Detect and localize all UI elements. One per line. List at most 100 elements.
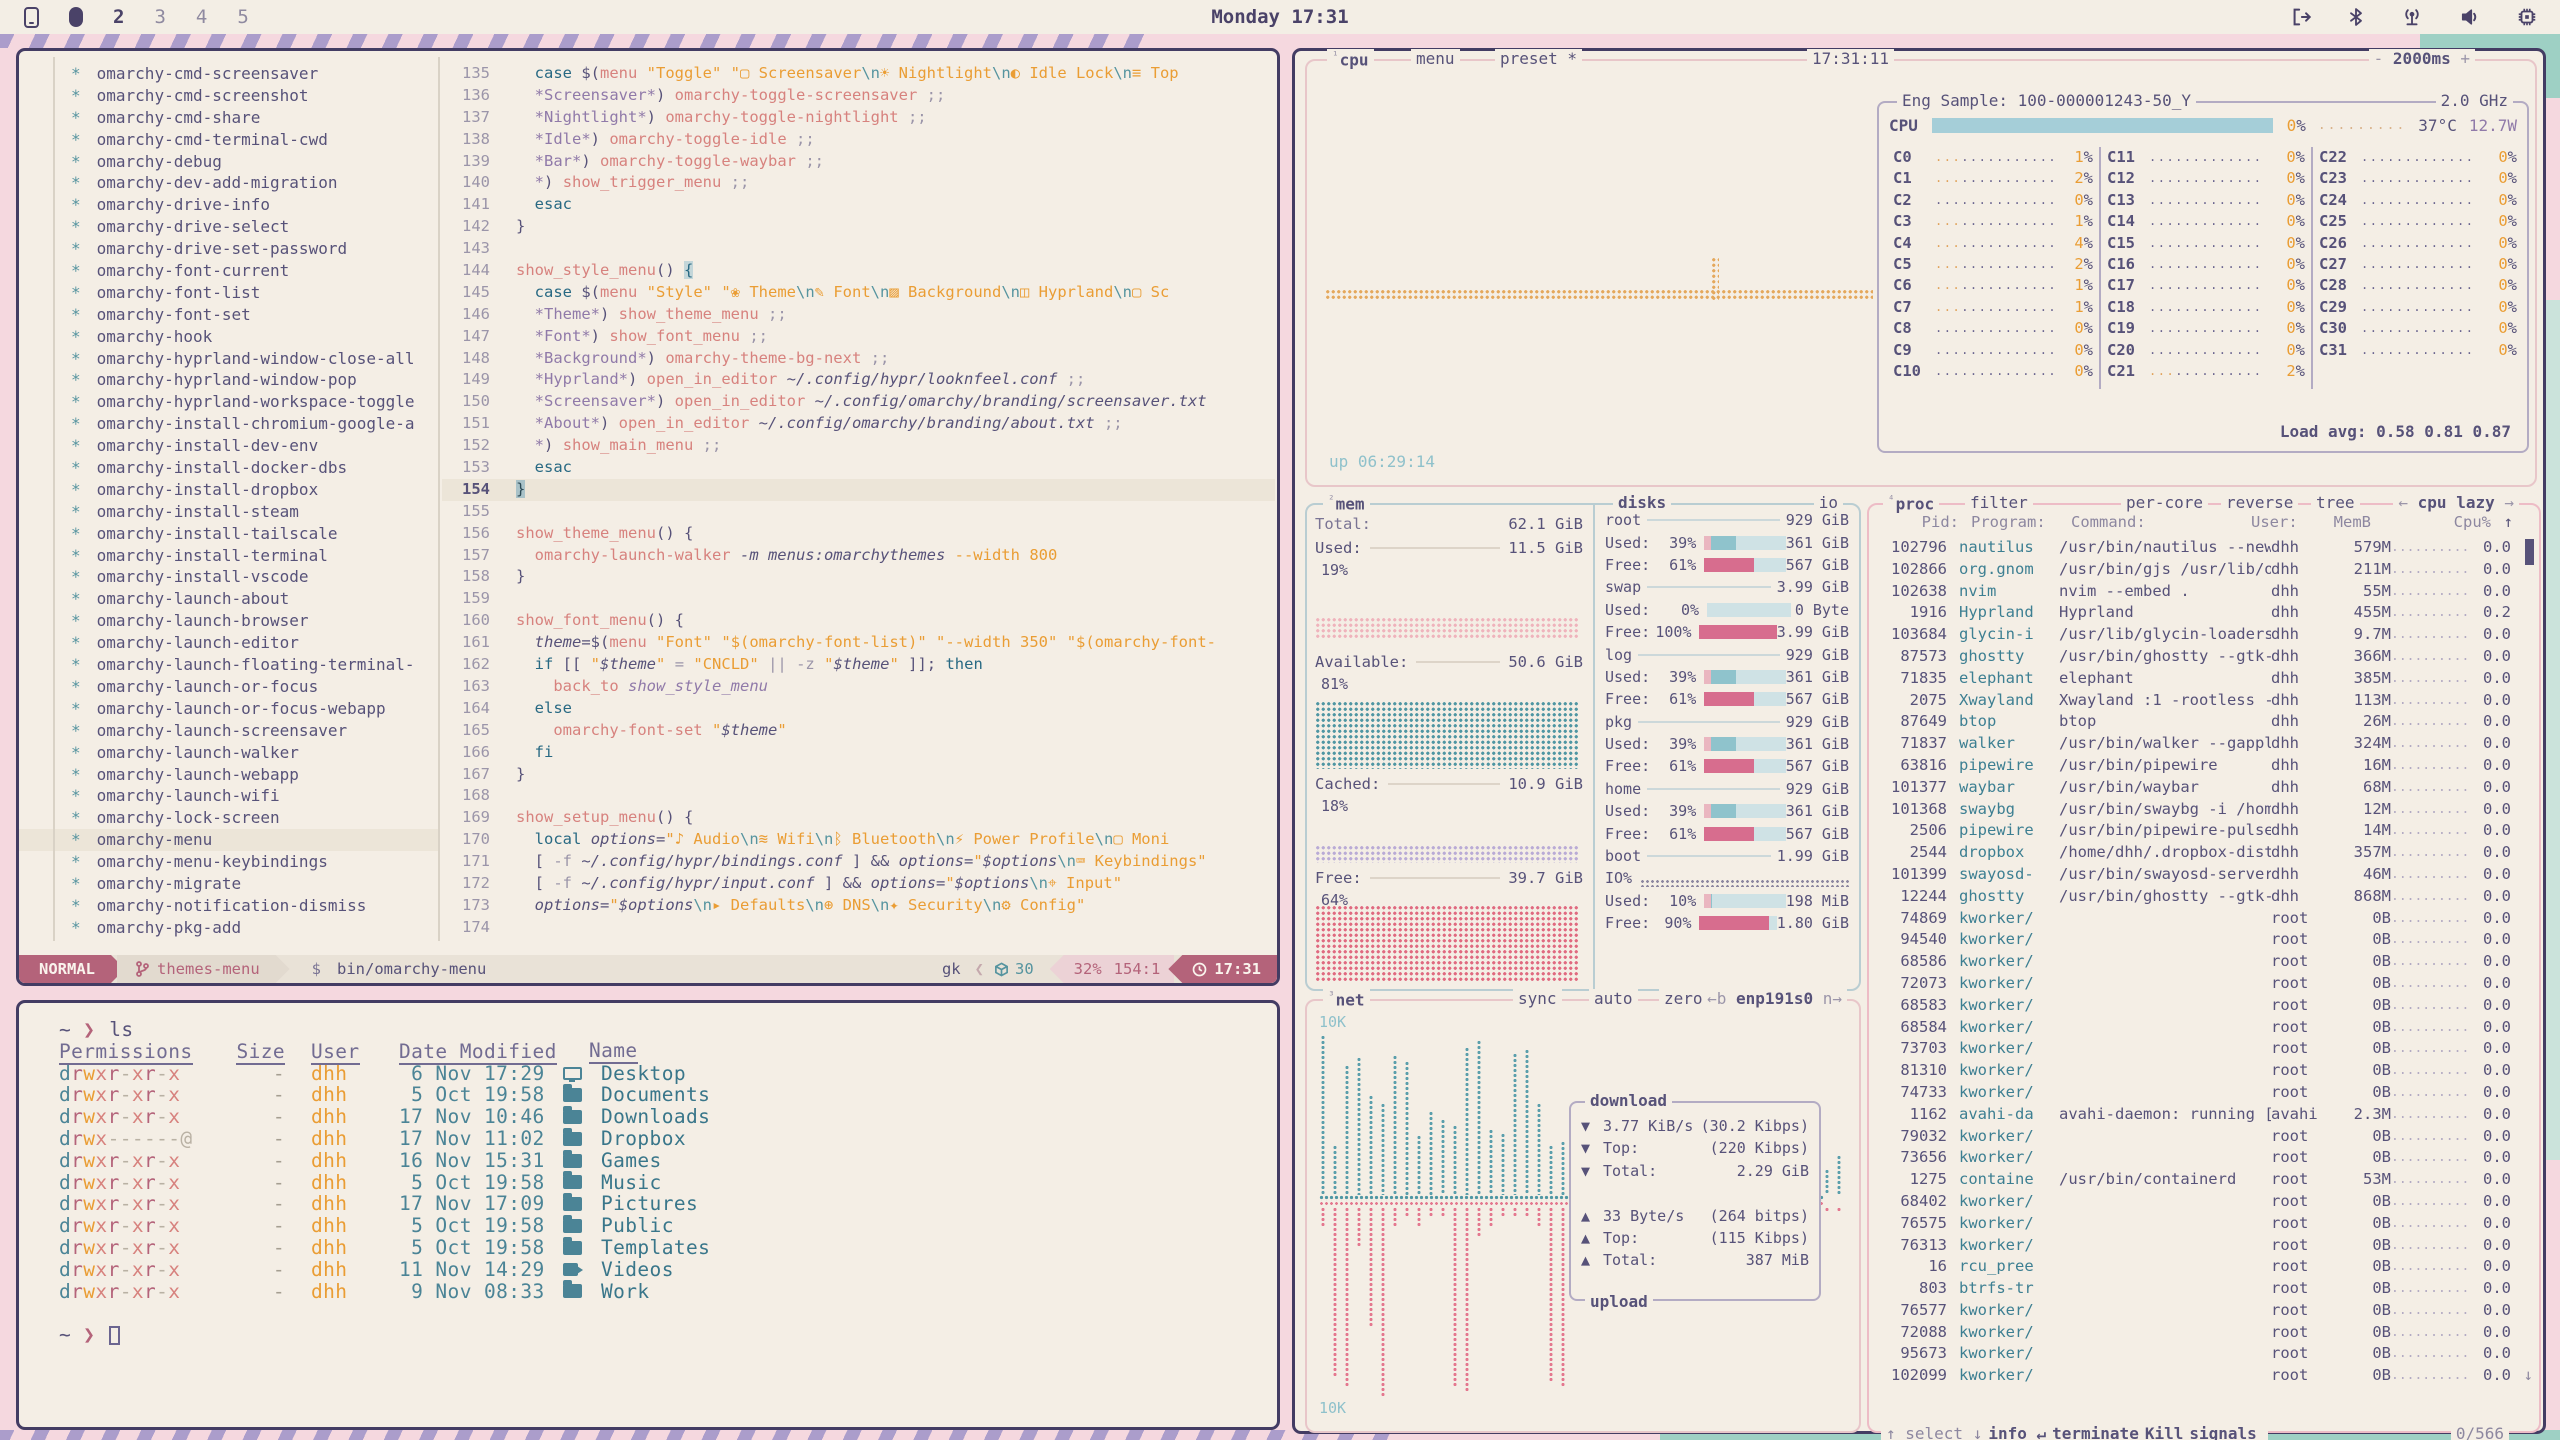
proc-row[interactable]: 72073kworker/root0B..........0.0 xyxy=(1875,973,2533,995)
file-item[interactable]: *omarchy-cmd-screensaver xyxy=(19,63,440,85)
proc-row[interactable]: 95673kworker/root0B..........0.0 xyxy=(1875,1343,2533,1365)
code-line[interactable]: 155 xyxy=(442,501,1275,523)
proc-row[interactable]: 1162avahi-daavahi-daemon: running [avahi… xyxy=(1875,1104,2533,1126)
code-line[interactable]: 158} xyxy=(442,566,1275,588)
signals-button[interactable]: signals xyxy=(2189,1424,2256,1440)
file-item[interactable]: *omarchy-notification-dismiss xyxy=(19,895,440,917)
code-line[interactable]: 172 [ -f ~/.config/hypr/input.conf ] && … xyxy=(442,873,1275,895)
proc-row[interactable]: 102866org.gnom/usr/bin/gjs /usr/lib/odhh… xyxy=(1875,559,2533,581)
code-line[interactable]: 162 if [[ "$theme" = "CNCLD" || -z "$the… xyxy=(442,654,1275,676)
proc-row[interactable]: 73656kworker/root0B..........0.0 xyxy=(1875,1147,2533,1169)
proc-row[interactable]: 16rcu_preeroot0B..........0.0 xyxy=(1875,1256,2533,1278)
proc-row[interactable]: 73703kworker/root0B..........0.0 xyxy=(1875,1038,2533,1060)
proc-row[interactable]: 68583kworker/root0B..........0.0 xyxy=(1875,995,2533,1017)
file-item[interactable]: *omarchy-migrate xyxy=(19,873,440,895)
file-item[interactable]: *omarchy-launch-floating-terminal- xyxy=(19,654,440,676)
file-item[interactable]: *omarchy-install-terminal xyxy=(19,545,440,567)
file-item[interactable]: *omarchy-launch-about xyxy=(19,588,440,610)
proc-row[interactable]: 71837walker/usr/bin/walker --gappldhh324… xyxy=(1875,733,2533,755)
workspace-app-icon[interactable] xyxy=(24,7,39,28)
code-line[interactable]: 139 *Bar*) omarchy-toggle-waybar ;; xyxy=(442,151,1275,173)
proc-row[interactable]: 103684glycin-i/usr/lib/glycin-loadersdhh… xyxy=(1875,624,2533,646)
code-line[interactable]: 167} xyxy=(442,764,1275,786)
bluetooth-icon[interactable] xyxy=(2346,6,2366,28)
code-line[interactable]: 173 options="$options\n▸ Defaults\n⊕ DNS… xyxy=(442,895,1275,917)
code-line[interactable]: 171 [ -f ~/.config/hypr/bindings.conf ] … xyxy=(442,851,1275,873)
cpu-chip-icon[interactable] xyxy=(2516,6,2538,28)
code-line[interactable]: 169show_setup_menu() { xyxy=(442,807,1275,829)
workspace-2[interactable]: 2 xyxy=(113,6,124,28)
file-item[interactable]: *omarchy-pkg-add xyxy=(19,917,440,939)
code-line[interactable]: 166 fi xyxy=(442,742,1275,764)
file-item[interactable]: *omarchy-dev-add-migration xyxy=(19,172,440,194)
proc-row[interactable]: 101377waybar/usr/bin/waybardhh68M.......… xyxy=(1875,777,2533,799)
file-item[interactable]: *omarchy-font-current xyxy=(19,260,440,282)
code-line[interactable]: 164 else xyxy=(442,698,1275,720)
file-item[interactable]: *omarchy-hyprland-window-pop xyxy=(19,369,440,391)
code-line[interactable]: 161 theme=$(menu "Font" "$(omarchy-font-… xyxy=(442,632,1275,654)
update-interval[interactable]: - 2000ms + xyxy=(2369,49,2475,68)
workspace-4[interactable]: 4 xyxy=(196,6,207,28)
proc-row[interactable]: 2075XwaylandXwayland :1 -rootless -dhh11… xyxy=(1875,690,2533,712)
proc-row[interactable]: 102099kworker/root0B..........0.0↓ xyxy=(1875,1365,2533,1387)
file-item[interactable]: *omarchy-debug xyxy=(19,151,440,173)
proc-row[interactable]: 71835elephantelephantdhh385M..........0.… xyxy=(1875,668,2533,690)
proc-row[interactable]: 101368swaybg/usr/bin/swaybg -i /homdhh12… xyxy=(1875,799,2533,821)
file-item[interactable]: *omarchy-install-docker-dbs xyxy=(19,457,440,479)
file-item[interactable]: *omarchy-hyprland-workspace-toggle xyxy=(19,391,440,413)
menu-button[interactable]: menu xyxy=(1411,49,1460,68)
proc-scrollbar[interactable] xyxy=(2525,539,2534,565)
proc-row[interactable]: 72088kworker/root0B..........0.0 xyxy=(1875,1322,2533,1344)
file-item[interactable]: *omarchy-lock-screen xyxy=(19,807,440,829)
proc-row[interactable]: 803btrfs-trroot0B..........0.0 xyxy=(1875,1278,2533,1300)
code-line[interactable]: 150 *Screensaver*) open_in_editor ~/.con… xyxy=(442,391,1275,413)
workspace-5[interactable]: 5 xyxy=(237,6,248,28)
terminal-prompt[interactable]: ~❯ xyxy=(59,1324,1277,1346)
code-line[interactable]: 138 *Idle*) omarchy-toggle-idle ;; xyxy=(442,129,1275,151)
file-item[interactable]: *omarchy-cmd-share xyxy=(19,107,440,129)
file-item[interactable]: *omarchy-launch-or-focus xyxy=(19,676,440,698)
code-line[interactable]: 170 local options="♪ Audio\n≋ Wifi\nᛒ Bl… xyxy=(442,829,1275,851)
code-line[interactable]: 159 xyxy=(442,588,1275,610)
code-line[interactable]: 146 *Theme*) show_theme_menu ;; xyxy=(442,304,1275,326)
proc-row[interactable]: 76313kworker/root0B..........0.0 xyxy=(1875,1235,2533,1257)
proc-row[interactable]: 63816pipewire/usr/bin/pipewiredhh16M....… xyxy=(1875,755,2533,777)
code-line[interactable]: 147 *Font*) show_font_menu ;; xyxy=(442,326,1275,348)
file-item[interactable]: *omarchy-install-vscode xyxy=(19,566,440,588)
file-item[interactable]: *omarchy-install-dropbox xyxy=(19,479,440,501)
file-item[interactable]: *omarchy-drive-select xyxy=(19,216,440,238)
code-line[interactable]: 163 back_to show_style_menu xyxy=(442,676,1275,698)
terminate-button[interactable]: terminate xyxy=(2052,1424,2139,1440)
code-line[interactable]: 149 *Hyprland*) open_in_editor ~/.config… xyxy=(442,369,1275,391)
code-line[interactable]: 141 esac xyxy=(442,194,1275,216)
code-line[interactable]: 154} xyxy=(442,479,1275,501)
code-line[interactable]: 160show_font_menu() { xyxy=(442,610,1275,632)
code-editor[interactable]: 135 case $(menu "Toggle" "▢ Screensaver\… xyxy=(442,51,1275,951)
file-item[interactable]: *omarchy-cmd-screenshot xyxy=(19,85,440,107)
file-item[interactable]: *omarchy-launch-screensaver xyxy=(19,720,440,742)
reverse-button[interactable]: reverse xyxy=(2221,493,2298,512)
proc-row[interactable]: 2544dropbox/home/dhh/.dropbox-distdhh357… xyxy=(1875,842,2533,864)
net-zero-button[interactable]: zero xyxy=(1659,989,1708,1008)
file-item[interactable]: *omarchy-menu-keybindings xyxy=(19,851,440,873)
proc-row[interactable]: 1916HyprlandHyprlanddhh455M..........0.2 xyxy=(1875,602,2533,624)
code-line[interactable]: 157 omarchy-launch-walker -m menus:omarc… xyxy=(442,545,1275,567)
file-item[interactable]: *omarchy-launch-wifi xyxy=(19,785,440,807)
code-line[interactable]: 136 *Screensaver*) omarchy-toggle-screen… xyxy=(442,85,1275,107)
file-item[interactable]: *omarchy-cmd-terminal-cwd xyxy=(19,129,440,151)
net-auto-button[interactable]: auto xyxy=(1589,989,1638,1008)
file-item[interactable]: *omarchy-drive-set-password xyxy=(19,238,440,260)
proc-row[interactable]: 81310kworker/root0B..........0.0 xyxy=(1875,1060,2533,1082)
info-button[interactable]: info ↵ xyxy=(1988,1424,2046,1440)
logout-icon[interactable] xyxy=(2290,6,2312,28)
tree-button[interactable]: tree xyxy=(2311,493,2360,512)
kill-button[interactable]: Kill xyxy=(2145,1424,2184,1440)
volume-icon[interactable] xyxy=(2458,6,2482,28)
file-item[interactable]: *omarchy-menu xyxy=(19,829,440,851)
code-line[interactable]: 174 xyxy=(442,917,1275,939)
file-item[interactable]: *omarchy-font-list xyxy=(19,282,440,304)
per-core-button[interactable]: per-core xyxy=(2121,493,2208,512)
net-sync-button[interactable]: sync xyxy=(1513,989,1562,1008)
code-line[interactable]: 144show_style_menu() { xyxy=(442,260,1275,282)
proc-row[interactable]: 94540kworker/root0B..........0.0 xyxy=(1875,929,2533,951)
